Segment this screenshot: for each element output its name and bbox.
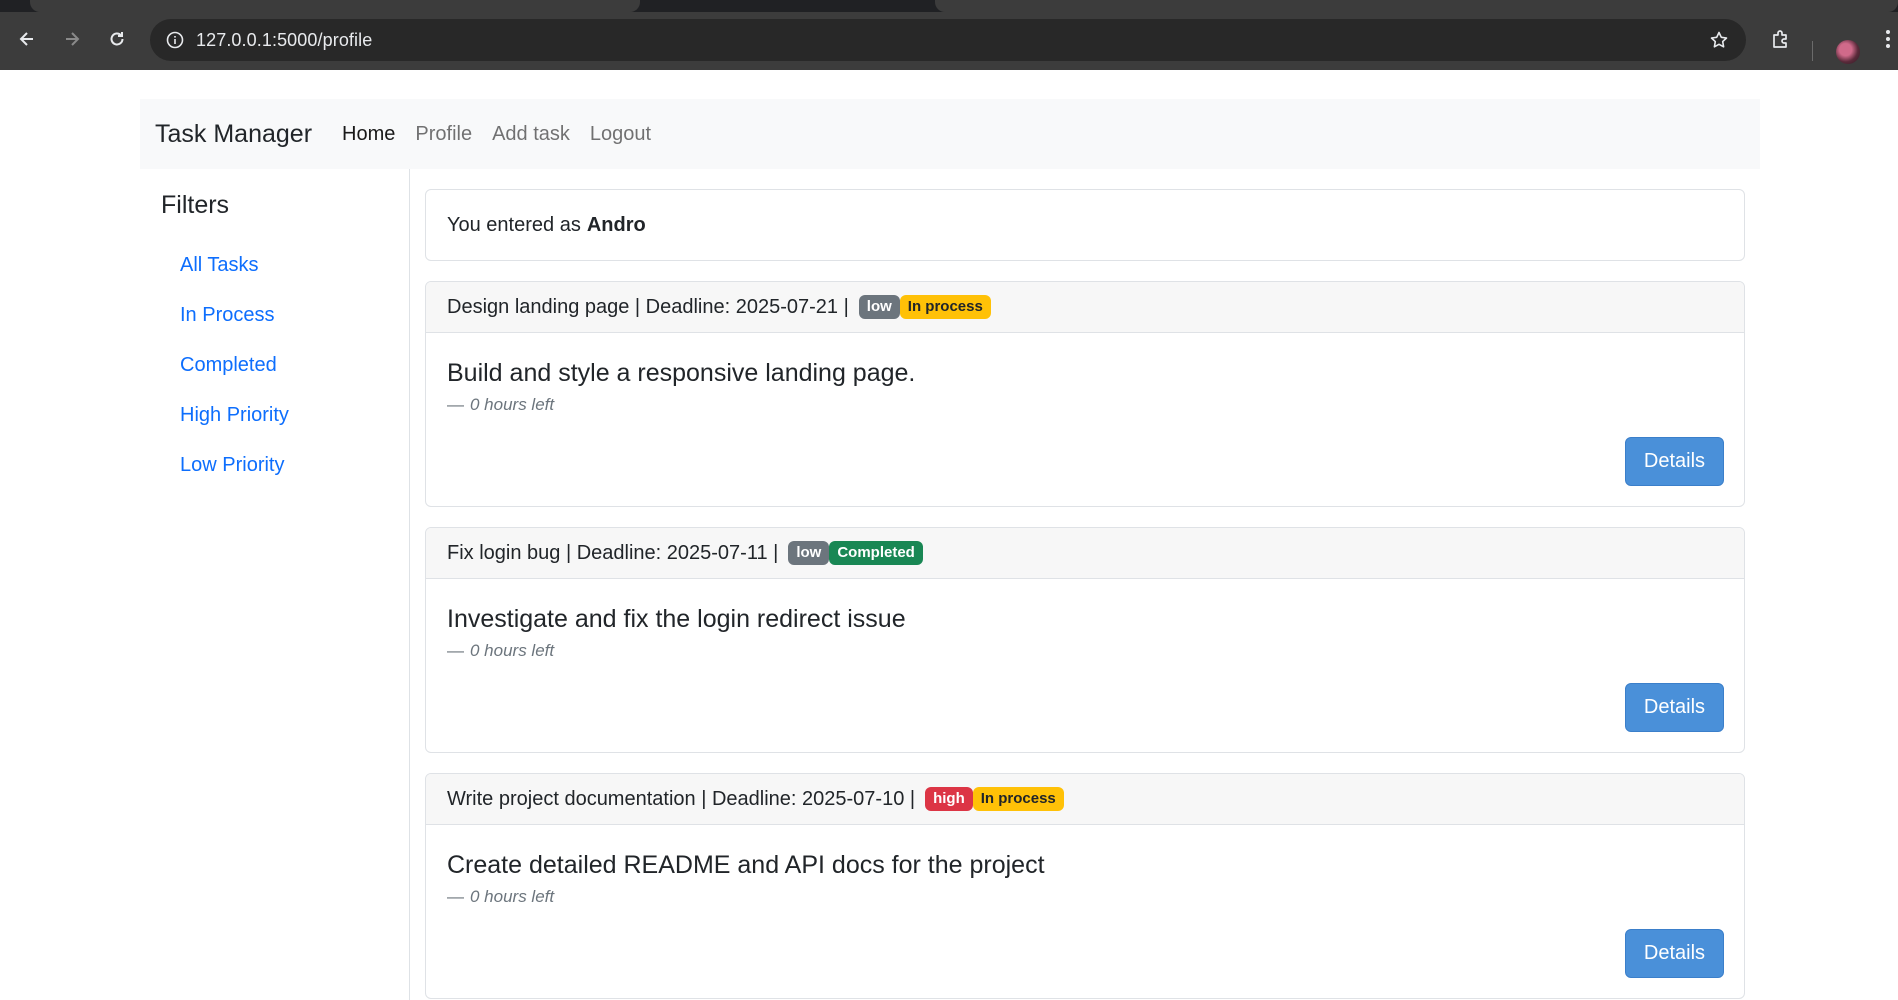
task-description: Create detailed README and API docs for …	[447, 851, 1045, 879]
time-left: —0 hours left	[447, 641, 555, 660]
puzzle-icon	[1770, 28, 1792, 55]
url-text[interactable]: 127.0.0.1:5000/profile	[196, 30, 372, 51]
filters-sidebar: Filters All Tasks In Process Completed H…	[140, 169, 410, 1000]
filter-item: All Tasks	[180, 253, 289, 303]
priority-badge: low	[858, 295, 900, 319]
details-button[interactable]: Details	[1625, 683, 1724, 732]
nav-link-logout[interactable]: Logout	[590, 123, 651, 146]
task-body: Create detailed README and API docs for …	[426, 825, 1744, 998]
task-card: Write project documentation | Deadline: …	[425, 773, 1745, 999]
username: Andro	[586, 213, 646, 236]
time-left: —0 hours left	[447, 887, 555, 906]
time-left-text: 0 hours left	[470, 641, 555, 660]
brand-link[interactable]: Task Manager	[155, 120, 312, 149]
nav-link-add-task[interactable]: Add task	[492, 123, 570, 146]
filter-item: Low Priority	[180, 453, 289, 503]
task-badges: low Completed	[788, 541, 923, 565]
profile-avatar[interactable]	[1836, 40, 1860, 64]
browser-menu-button[interactable]	[1878, 28, 1898, 54]
priority-badge: low	[788, 541, 830, 565]
time-left-text: 0 hours left	[470, 395, 555, 414]
filter-list: All Tasks In Process Completed High Prio…	[180, 253, 289, 503]
details-button[interactable]: Details	[1625, 437, 1724, 486]
filter-low-priority[interactable]: Low Priority	[180, 454, 284, 476]
task-card: Design landing page | Deadline: 2025-07-…	[425, 281, 1745, 507]
priority-badge: high	[925, 787, 973, 811]
task-card: Fix login bug | Deadline: 2025-07-11 | l…	[425, 527, 1745, 753]
nav-link-profile[interactable]: Profile	[415, 123, 472, 146]
status-badge: Completed	[829, 541, 923, 565]
task-header: Fix login bug | Deadline: 2025-07-11 | l…	[426, 528, 1744, 579]
task-header: Write project documentation | Deadline: …	[426, 774, 1744, 825]
reload-icon	[107, 29, 127, 54]
star-icon[interactable]	[1708, 29, 1730, 51]
sidebar-title: Filters	[161, 191, 230, 219]
details-button[interactable]: Details	[1625, 929, 1724, 978]
filter-item: In Process	[180, 303, 289, 353]
reload-button[interactable]	[104, 28, 130, 54]
task-badges: high In process	[925, 787, 1064, 811]
page-viewport: Task Manager Home Profile Add task Logou…	[0, 70, 1898, 1000]
browser-toolbar: 127.0.0.1:5000/profile	[0, 12, 1898, 70]
task-header: Design landing page | Deadline: 2025-07-…	[426, 282, 1744, 333]
time-left-text: 0 hours left	[470, 887, 555, 906]
browser-tab[interactable]	[30, 0, 640, 12]
filter-item: High Priority	[180, 403, 289, 453]
task-badges: low In process	[858, 295, 991, 319]
tab-strip	[0, 0, 1898, 12]
filter-high-priority[interactable]: High Priority	[180, 404, 289, 426]
site-info-icon[interactable]	[164, 29, 186, 51]
kebab-menu-icon	[1885, 29, 1891, 54]
task-body: Build and style a responsive landing pag…	[426, 333, 1744, 506]
browser-tab-active[interactable]	[935, 0, 1898, 12]
toolbar-divider	[1812, 41, 1813, 61]
welcome-card: You entered as Andro	[425, 189, 1745, 261]
main-content: You entered as Andro Design landing page…	[425, 189, 1745, 999]
arrow-left-icon	[17, 29, 37, 54]
filter-completed[interactable]: Completed	[180, 354, 277, 376]
task-description: Investigate and fix the login redirect i…	[447, 605, 906, 633]
forward-button[interactable]	[59, 28, 85, 54]
back-button[interactable]	[14, 28, 40, 54]
filter-all-tasks[interactable]: All Tasks	[180, 254, 259, 276]
extensions-button[interactable]	[1768, 28, 1794, 54]
browser-chrome: 127.0.0.1:5000/profile	[0, 0, 1898, 70]
task-description: Build and style a responsive landing pag…	[447, 359, 916, 387]
nav-link-home[interactable]: Home	[342, 123, 395, 146]
filter-in-process[interactable]: In Process	[180, 304, 274, 326]
status-badge: In process	[972, 787, 1064, 811]
top-navbar: Task Manager Home Profile Add task Logou…	[140, 99, 1760, 169]
status-badge: In process	[899, 295, 991, 319]
task-header-text: Design landing page | Deadline: 2025-07-…	[447, 295, 849, 318]
arrow-right-icon	[62, 29, 82, 54]
task-header-text: Fix login bug | Deadline: 2025-07-11 |	[447, 541, 779, 564]
task-header-text: Write project documentation | Deadline: …	[447, 787, 916, 810]
time-left: —0 hours left	[447, 395, 555, 414]
address-bar[interactable]: 127.0.0.1:5000/profile	[150, 19, 1746, 61]
filter-item: Completed	[180, 353, 289, 403]
welcome-text: You entered as	[447, 213, 581, 236]
task-body: Investigate and fix the login redirect i…	[426, 579, 1744, 752]
